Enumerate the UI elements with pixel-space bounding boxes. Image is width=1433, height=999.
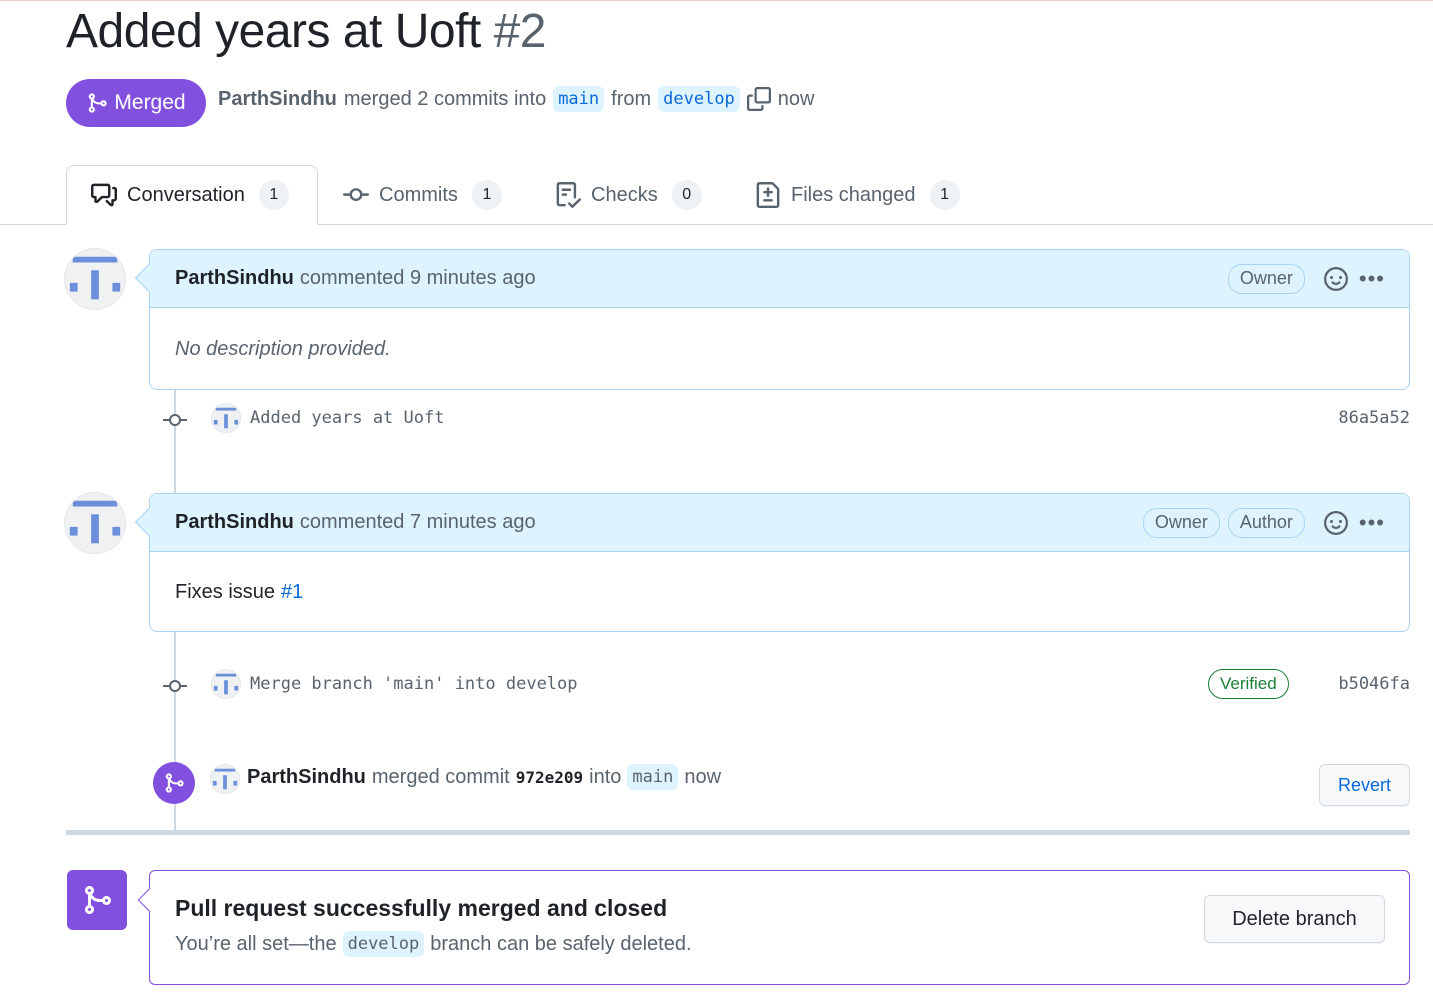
comment-author[interactable]: ParthSindhu <box>175 267 294 290</box>
comment-box: ParthSindhu commented 7 minutes ago Owne… <box>134 493 1410 632</box>
pr-number: #2 <box>493 5 547 58</box>
delete-branch-button[interactable]: Delete branch <box>1204 895 1385 943</box>
comment-header: ParthSindhu commented 9 minutes ago Owne… <box>134 250 1409 308</box>
issue-link[interactable]: #1 <box>281 581 303 604</box>
merge-branch[interactable]: main <box>627 764 679 790</box>
tab-files-changed-label: Files changed <box>791 183 916 206</box>
tab-files-changed[interactable]: Files changed 1 <box>755 165 960 225</box>
git-commit-icon <box>163 414 187 426</box>
merge-event-badge <box>153 762 195 804</box>
git-commit-icon <box>343 188 369 202</box>
comment-text: Fixes issue <box>175 580 276 603</box>
avatar[interactable] <box>211 403 241 433</box>
timeline-line <box>174 390 176 493</box>
merge-time: now <box>684 765 722 788</box>
comment-header: ParthSindhu commented 7 minutes ago Owne… <box>134 494 1409 552</box>
owner-badge: Owner <box>1227 263 1305 294</box>
tab-commits[interactable]: Commits 1 <box>343 165 502 225</box>
state-label: Merged <box>114 91 186 114</box>
owner-badge: Owner <box>1142 507 1220 538</box>
merged-title: Pull request successfully merged and clo… <box>175 895 668 921</box>
merged-subtitle: You’re all set—the develop branch can be… <box>175 931 692 957</box>
tab-files-changed-count: 1 <box>929 180 960 210</box>
summary-verb: merged 2 commits into <box>343 87 547 110</box>
pr-author-link[interactable]: ParthSindhu <box>218 88 337 111</box>
commit-message-link[interactable]: Merge branch 'main' into develop <box>250 674 578 694</box>
smiley-icon[interactable] <box>1323 510 1349 536</box>
tab-checks-label: Checks <box>591 183 658 206</box>
timeline-divider <box>66 830 1410 835</box>
tab-checks[interactable]: Checks 0 <box>555 165 702 225</box>
pr-summary: ParthSindhu merged 2 commits into main f… <box>218 86 815 112</box>
avatar[interactable] <box>211 669 241 699</box>
merged-sub-before: You’re all set—the <box>175 932 337 955</box>
head-branch[interactable]: develop <box>658 86 740 112</box>
commit-sha-link[interactable]: 86a5a52 <box>1338 408 1410 428</box>
git-commit-icon <box>163 680 187 692</box>
avatar[interactable] <box>64 492 126 554</box>
comment-body: No description provided. <box>150 308 1409 390</box>
merged-branch[interactable]: develop <box>342 931 425 957</box>
comment-arrow <box>134 507 164 537</box>
merged-state-badge: Merged <box>66 79 206 127</box>
pr-title-text: Added years at Uoft <box>66 5 481 58</box>
commit-message-link[interactable]: Added years at Uoft <box>250 408 444 428</box>
git-merge-icon <box>85 886 112 914</box>
checklist-icon <box>556 182 581 208</box>
merge-commit-sha[interactable]: 972e209 <box>516 768 583 787</box>
merge-verb: merged commit <box>371 765 510 788</box>
merge-event: ParthSindhu merged commit 972e209 into m… <box>247 764 721 790</box>
comment-text: No description provided. <box>175 337 391 360</box>
tab-commits-count: 1 <box>471 180 502 210</box>
pr-time: now <box>777 87 815 110</box>
merged-status-icon <box>67 870 127 930</box>
kebab-icon[interactable]: ••• <box>1359 267 1385 290</box>
top-border <box>0 0 1433 1</box>
author-badge: Author <box>1227 507 1305 538</box>
comment-body: Fixes issue #1 <box>150 552 1409 632</box>
comment-meta[interactable]: commented 9 minutes ago <box>300 267 536 290</box>
git-merge-icon <box>165 773 184 793</box>
smiley-icon[interactable] <box>1323 266 1349 292</box>
comment-meta[interactable]: commented 7 minutes ago <box>300 511 536 534</box>
merged-sub-after: branch can be safely deleted. <box>430 932 692 955</box>
commit-sha-link[interactable]: b5046fa <box>1338 674 1410 694</box>
tab-checks-count: 0 <box>671 180 702 210</box>
comment-discussion-icon <box>91 183 117 207</box>
merge-into: into <box>589 765 622 788</box>
verified-badge[interactable]: Verified <box>1208 669 1289 699</box>
copy-icon[interactable] <box>746 87 771 111</box>
tab-conversation[interactable]: Conversation 1 <box>66 165 318 225</box>
tab-conversation-count: 1 <box>258 180 289 210</box>
merged-box-arrow <box>137 888 161 912</box>
file-diff-icon <box>756 182 780 208</box>
avatar[interactable] <box>210 764 240 794</box>
comment-arrow <box>134 263 164 293</box>
comment-box: ParthSindhu commented 9 minutes ago Owne… <box>134 249 1410 390</box>
avatar[interactable] <box>64 248 126 310</box>
merge-author-link[interactable]: ParthSindhu <box>247 766 366 789</box>
identicon-avatar <box>69 256 121 300</box>
git-merge-icon <box>89 93 108 113</box>
comment-author[interactable]: ParthSindhu <box>175 511 294 534</box>
page-title: Added years at Uoft #2 <box>66 4 546 59</box>
revert-button[interactable]: Revert <box>1319 764 1410 806</box>
tab-conversation-label: Conversation <box>127 183 245 206</box>
kebab-icon[interactable]: ••• <box>1359 511 1385 534</box>
base-branch[interactable]: main <box>553 86 605 112</box>
tab-commits-label: Commits <box>379 183 458 206</box>
from-word: from <box>611 87 652 110</box>
